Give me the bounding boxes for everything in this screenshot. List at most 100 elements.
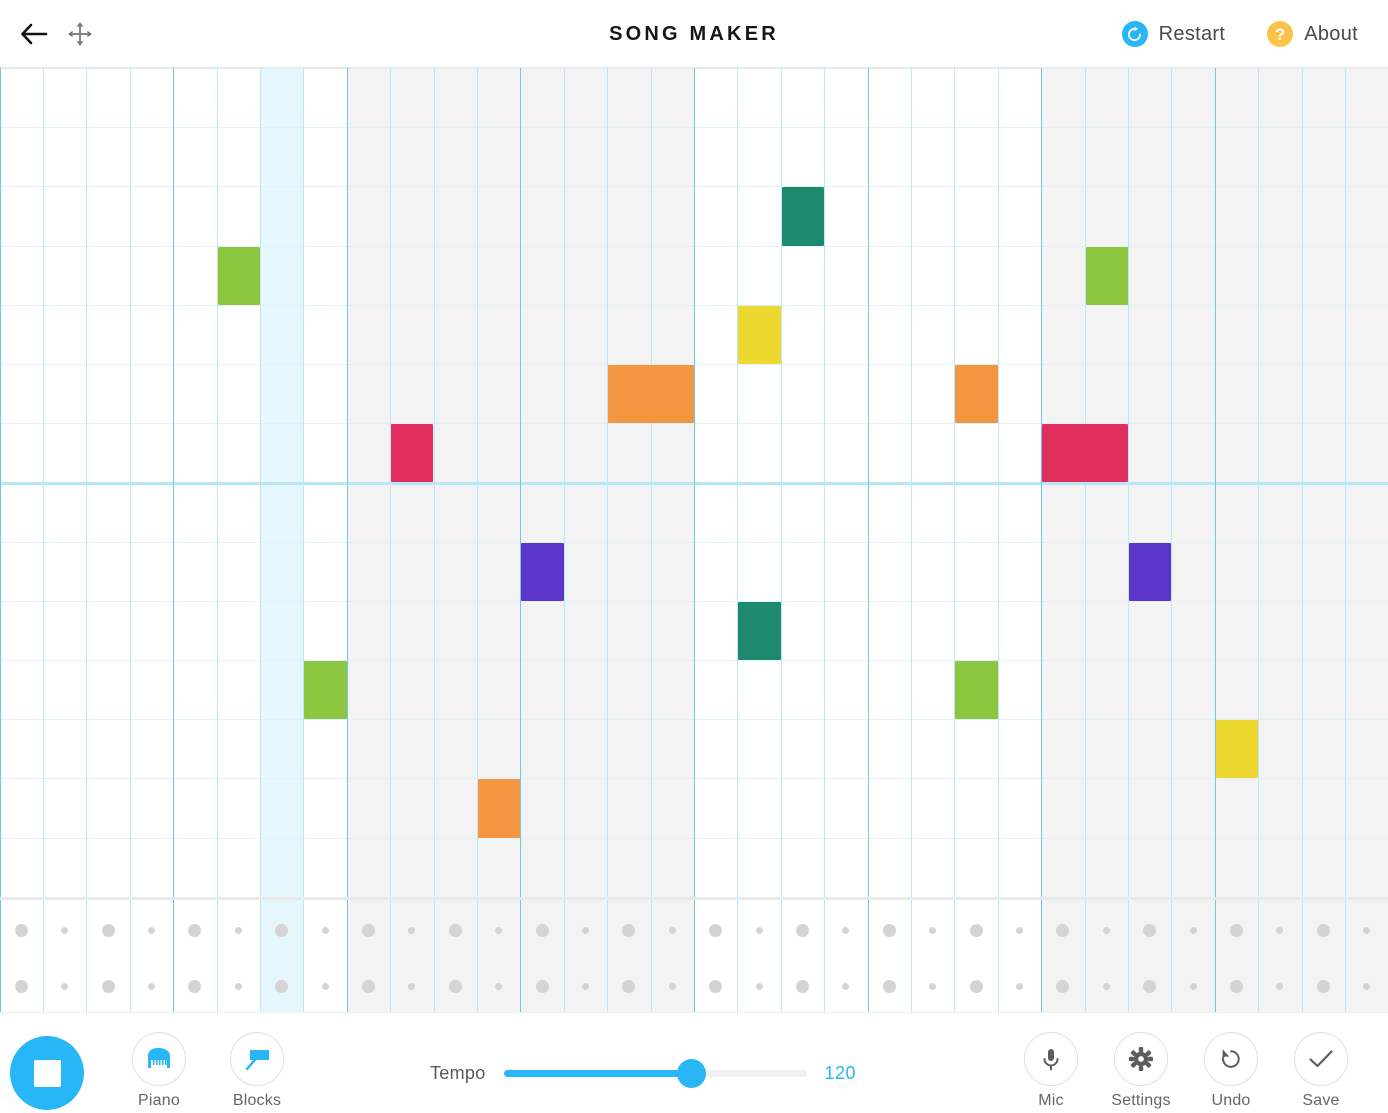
save-button[interactable]: Save <box>1276 1032 1366 1110</box>
percussion-cell-dot[interactable] <box>495 926 503 934</box>
percussion-cell-dot[interactable] <box>622 923 636 937</box>
percussion-cell-dot[interactable] <box>1056 923 1070 937</box>
note-teal-c18r2[interactable] <box>781 187 825 246</box>
melody-grid[interactable] <box>0 68 1388 897</box>
note-orange-c11r12[interactable] <box>477 779 521 838</box>
percussion-cell-dot[interactable] <box>1143 923 1157 937</box>
melody-instrument-button[interactable]: Piano <box>114 1032 204 1110</box>
percussion-cell-dot[interactable] <box>1363 926 1371 934</box>
percussion-cell-dot[interactable] <box>969 979 983 993</box>
percussion-cell-dot[interactable] <box>1229 979 1243 993</box>
percussion-cell-dot[interactable] <box>448 923 462 937</box>
percussion-cell-dot[interactable] <box>321 926 329 934</box>
percussion-cell-dot[interactable] <box>147 926 155 934</box>
percussion-cell-dot[interactable] <box>882 923 896 937</box>
percussion-cell-dot[interactable] <box>882 979 896 993</box>
percussion-cell-dot[interactable] <box>1229 923 1243 937</box>
note-purple-c12r8[interactable] <box>521 542 564 601</box>
mic-button[interactable]: Mic <box>1006 1032 1096 1110</box>
percussion-cell-dot[interactable] <box>622 979 636 993</box>
melody-instrument-label: Piano <box>138 1092 180 1109</box>
percussion-cell-dot[interactable] <box>1189 982 1197 990</box>
note-yellow-c28r11[interactable] <box>1215 720 1259 779</box>
percussion-cell-dot[interactable] <box>755 982 763 990</box>
percussion-cell-dot[interactable] <box>842 982 850 990</box>
percussion-cell-dot[interactable] <box>188 923 202 937</box>
percussion-instrument-button[interactable]: Blocks <box>212 1032 302 1110</box>
percussion-cell-dot[interactable] <box>14 979 28 993</box>
percussion-cell-dot[interactable] <box>795 923 809 937</box>
percussion-cell-dot[interactable] <box>275 979 289 993</box>
percussion-cell-dot[interactable] <box>361 923 375 937</box>
percussion-cell-dot[interactable] <box>1015 926 1023 934</box>
percussion-cell-dot[interactable] <box>668 982 676 990</box>
note-green-c25r3[interactable] <box>1085 246 1128 305</box>
percussion-cell-dot[interactable] <box>709 923 723 937</box>
note-green-c5r3[interactable] <box>217 246 260 305</box>
percussion-cell-dot[interactable] <box>321 982 329 990</box>
tempo-slider[interactable] <box>503 1059 807 1088</box>
percussion-cell-dot[interactable] <box>1143 979 1157 993</box>
note-teal-c17r9[interactable] <box>738 601 781 660</box>
percussion-cell-dot[interactable] <box>1276 926 1284 934</box>
percussion-cell-dot[interactable] <box>929 926 937 934</box>
percussion-cell-dot[interactable] <box>408 982 416 990</box>
percussion-grid[interactable] <box>0 897 1388 1012</box>
beat-line <box>42 68 44 897</box>
note-green-c22r10[interactable] <box>955 661 998 720</box>
note-purple-c26r8[interactable] <box>1128 542 1172 601</box>
percussion-cell-dot[interactable] <box>188 979 202 993</box>
percussion-cell-dot[interactable] <box>1276 982 1284 990</box>
measure-line <box>1041 68 1043 897</box>
percussion-cell-dot[interactable] <box>495 982 503 990</box>
percussion-cell-dot[interactable] <box>709 979 723 993</box>
footer-actions: Mic Settings Undo Save <box>1006 1032 1366 1110</box>
percussion-cell-dot[interactable] <box>535 923 549 937</box>
percussion-cell-dot[interactable] <box>234 982 242 990</box>
percussion-cell-dot[interactable] <box>61 982 69 990</box>
note-orange-c22r5[interactable] <box>955 365 998 424</box>
percussion-cell-dot[interactable] <box>1189 926 1197 934</box>
restart-button[interactable]: Restart <box>1121 21 1226 47</box>
percussion-cell-dot[interactable] <box>1316 979 1330 993</box>
percussion-cell-dot[interactable] <box>581 982 589 990</box>
percussion-cell-dot[interactable] <box>275 923 289 937</box>
percussion-cell-dot[interactable] <box>448 979 462 993</box>
percussion-cell-dot[interactable] <box>1363 982 1371 990</box>
percussion-cell-dot[interactable] <box>1015 982 1023 990</box>
restart-label: Restart <box>1158 22 1226 45</box>
percussion-cell-dot[interactable] <box>755 926 763 934</box>
percussion-cell-dot[interactable] <box>14 923 28 937</box>
percussion-cell-dot[interactable] <box>1102 926 1110 934</box>
percussion-cell-dot[interactable] <box>234 926 242 934</box>
note-yellow-c17r4[interactable] <box>738 305 781 364</box>
note-orange-c14r5[interactable] <box>608 365 694 424</box>
percussion-cell-dot[interactable] <box>1102 982 1110 990</box>
percussion-playhead-column <box>259 900 304 1012</box>
percussion-cell-dot[interactable] <box>1316 923 1330 937</box>
tempo-slider-handle[interactable] <box>677 1059 707 1088</box>
stop-button[interactable] <box>10 1036 84 1110</box>
note-pink-c9r6[interactable] <box>391 424 434 483</box>
percussion-cell-dot[interactable] <box>61 926 69 934</box>
percussion-cell-dot[interactable] <box>795 979 809 993</box>
undo-button[interactable]: Undo <box>1186 1032 1276 1110</box>
percussion-cell-dot[interactable] <box>842 926 850 934</box>
note-pink-c24r6[interactable] <box>1042 424 1128 483</box>
percussion-cell-dot[interactable] <box>929 982 937 990</box>
percussion-cell-dot[interactable] <box>535 979 549 993</box>
percussion-cell-dot[interactable] <box>101 979 115 993</box>
percussion-cell-dot[interactable] <box>581 926 589 934</box>
note-green-c7r10[interactable] <box>304 661 347 720</box>
percussion-cell-dot[interactable] <box>969 923 983 937</box>
settings-button[interactable]: Settings <box>1096 1032 1186 1110</box>
help-icon: ? <box>1267 21 1294 47</box>
percussion-cell-dot[interactable] <box>668 926 676 934</box>
percussion-cell-dot[interactable] <box>1056 979 1070 993</box>
percussion-cell-dot[interactable] <box>408 926 416 934</box>
percussion-cell-dot[interactable] <box>147 982 155 990</box>
percussion-cell-dot[interactable] <box>361 979 375 993</box>
percussion-cell-dot[interactable] <box>101 923 115 937</box>
about-button[interactable]: ? About <box>1267 21 1358 47</box>
percussion-beat-line <box>476 900 478 1012</box>
